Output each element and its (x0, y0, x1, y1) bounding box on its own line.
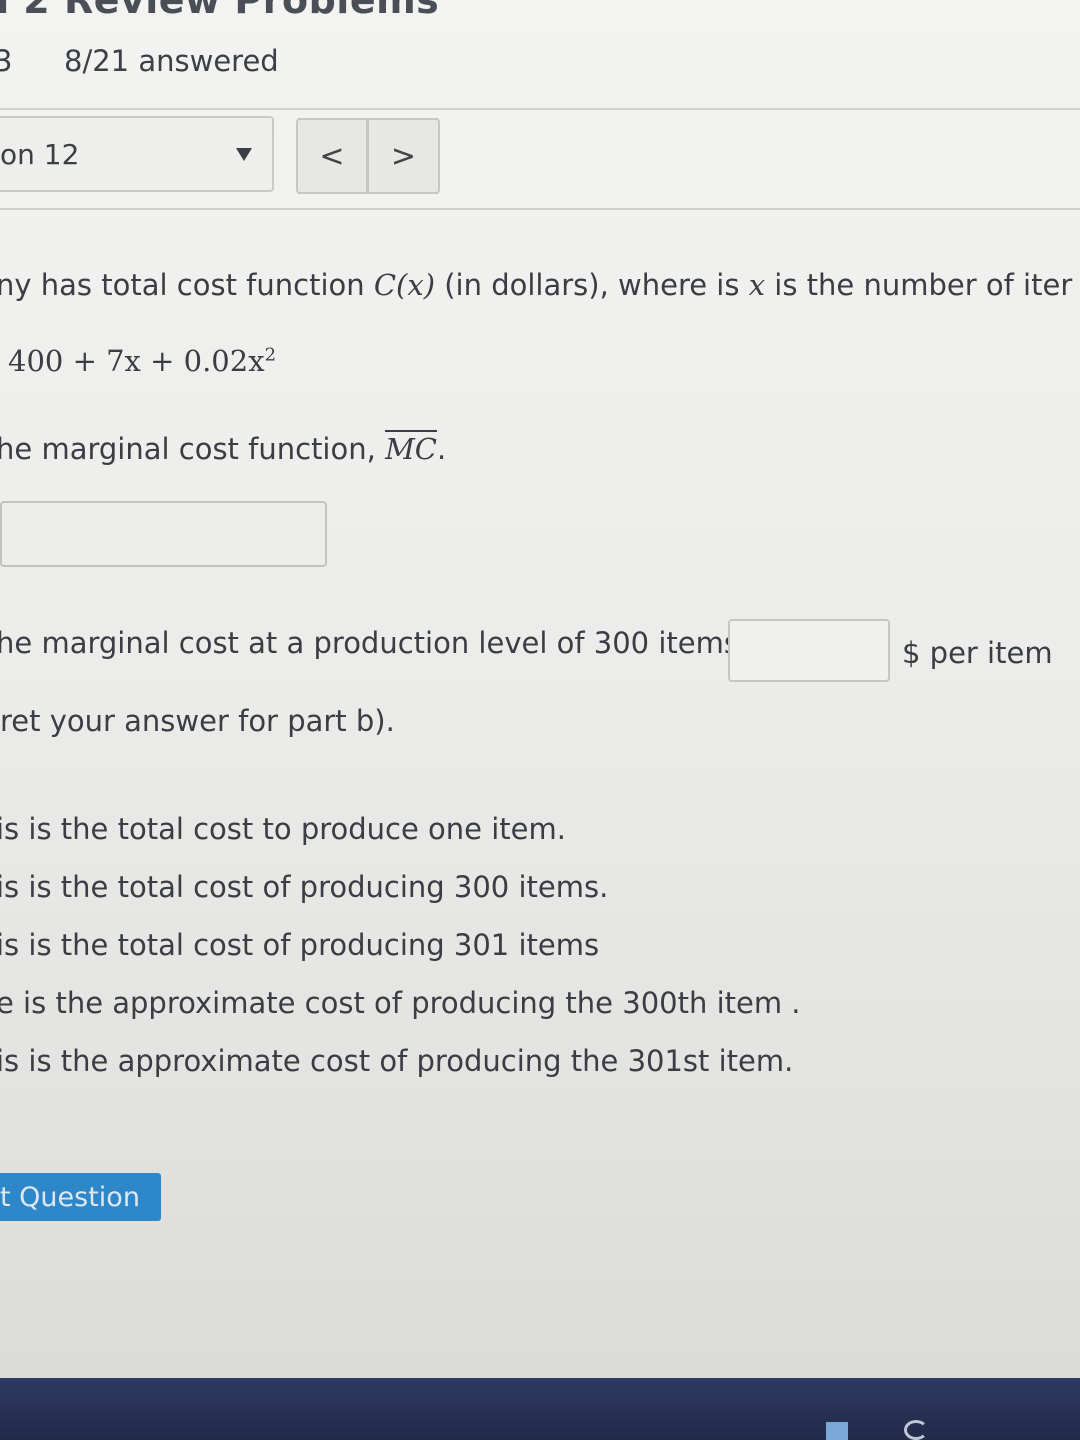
answer-option-4[interactable]: e is the approximate cost of producing t… (0, 986, 801, 1020)
question-number: 3 (0, 44, 13, 78)
question-select-label: on 12 (0, 138, 80, 171)
divider (0, 108, 1080, 110)
taskbar-app-icon[interactable] (826, 1422, 848, 1440)
caret-down-icon (236, 148, 252, 161)
chevron-right-icon: > (390, 138, 417, 174)
answer-option-2[interactable]: is is the total cost of producing 300 it… (0, 870, 608, 904)
cost-equation: 400 + 7x + 0.02x2 (8, 344, 277, 378)
answered-count: 8/21 answered (64, 44, 279, 78)
answer-option-5[interactable]: is is the approximate cost of producing … (0, 1044, 793, 1078)
chevron-left-icon: < (319, 138, 345, 174)
unit-label: $ per item (902, 636, 1053, 670)
previous-question-button[interactable]: < (296, 118, 368, 194)
next-question-button[interactable]: > (368, 118, 440, 194)
part-b-prompt: he marginal cost at a production level o… (0, 626, 749, 660)
part-a-prompt: he marginal cost function, MC. (0, 432, 447, 466)
marginal-cost-function-input[interactable] (0, 501, 327, 567)
problem-statement: ny has total cost function C(x) (in doll… (0, 268, 1073, 302)
page-title: n 2 Review Problems (0, 0, 440, 22)
submit-question-button[interactable]: t Question (0, 1173, 161, 1221)
answer-option-3[interactable]: is is the total cost of producing 301 it… (0, 928, 599, 962)
part-c-prompt: ret your answer for part b). (0, 704, 395, 738)
marginal-cost-300-input[interactable] (728, 619, 890, 682)
answer-option-1[interactable]: is is the total cost to produce one item… (0, 812, 566, 846)
divider (0, 208, 1080, 210)
taskbar-browser-icon[interactable] (904, 1420, 928, 1440)
